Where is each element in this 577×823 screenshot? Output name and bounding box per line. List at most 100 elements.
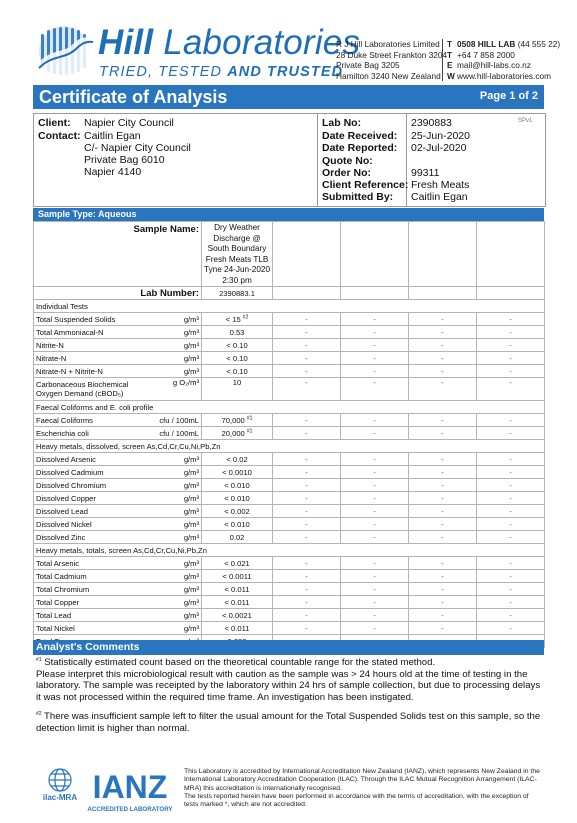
- test-unit: g/m³: [148, 608, 203, 622]
- quote-no-label: Quote No:: [322, 155, 373, 167]
- empty-result-dash: -: [476, 377, 546, 401]
- empty-result-dash: -: [272, 621, 342, 635]
- empty-result-dash: -: [408, 325, 478, 339]
- test-name: Dissolved Chromium: [33, 478, 149, 492]
- test-name: Dissolved Arsenic: [33, 452, 149, 466]
- test-name: Nitrate-N + Nitrite-N: [33, 364, 149, 378]
- ianz-logo-icon: IANZ ACCREDITED LABORATORY: [87, 769, 173, 813]
- empty-result-dash: -: [272, 556, 342, 570]
- lab-number-label: Lab Number:: [32, 286, 203, 300]
- analyst-comments: #1 Statistically estimated count based o…: [36, 657, 546, 742]
- result-value: 0.02: [229, 532, 245, 542]
- empty-result-dash: -: [340, 504, 410, 518]
- result-value: 10: [232, 378, 242, 388]
- result-row: Faecal Coliforms cfu / 100mL 70,000 #1- - - -: [33, 413, 546, 427]
- empty-result-dash: -: [408, 595, 478, 609]
- section-title: Heavy metals, dissolved, screen As,Cd,Cr…: [32, 439, 546, 453]
- empty-result-dash: -: [476, 364, 546, 378]
- test-result: < 15 #2: [201, 312, 274, 326]
- ilac-text: ilac-MRA: [43, 793, 77, 802]
- empty-result-dash: -: [272, 517, 342, 531]
- date-reported-value: 02-Jul-2020: [411, 142, 467, 154]
- empty-result-dash: -: [340, 556, 410, 570]
- result-value: < 0.010: [224, 519, 250, 529]
- page-number: Page 1 of 2: [479, 90, 538, 102]
- empty-result-dash: -: [408, 517, 478, 531]
- result-row: Dissolved Arsenic g/m³ < 0.02- - - -: [33, 452, 546, 466]
- test-unit: g/m³: [148, 621, 203, 635]
- empty-result-dash: -: [408, 504, 478, 518]
- empty-result-dash: -: [476, 504, 546, 518]
- empty-result-dash: -: [272, 452, 342, 466]
- test-result: < 0.010: [201, 491, 274, 505]
- test-unit: g/m³: [148, 517, 203, 531]
- report-info: Client: Napier City Council Contact: Cai…: [33, 113, 546, 207]
- test-result: 20,000 #1: [201, 426, 274, 440]
- result-value: < 0.011: [224, 623, 250, 633]
- test-name: Escherichia coli: [33, 426, 149, 440]
- test-unit: g/m³: [148, 595, 203, 609]
- empty-result-dash: -: [272, 377, 342, 401]
- result-row: Total Lead g/m³ < 0.0021- - - -: [33, 608, 546, 622]
- sample-type-bar: Sample Type: Aqueous: [33, 208, 544, 221]
- test-result: < 0.021: [201, 556, 274, 570]
- test-result: < 0.010: [201, 478, 274, 492]
- section-header-row: Heavy metals, dissolved, screen As,Cd,Cr…: [32, 439, 546, 453]
- empty-result-dash: -: [340, 608, 410, 622]
- result-row: Nitrate-N + Nitrite-N g/m³ < 0.10- - - -: [33, 364, 546, 378]
- empty-result-dash: -: [272, 364, 342, 378]
- test-result: < 0.011: [201, 595, 274, 609]
- section-header-row: Heavy metals, totals, screen As,Cd,Cr,Cu…: [32, 543, 546, 557]
- empty-result-dash: -: [272, 338, 342, 352]
- sample-type: Sample Type: Aqueous: [38, 209, 137, 219]
- test-name: Nitrate-N: [33, 351, 149, 365]
- address-line: R J Hill Laboratories Limited: [336, 39, 440, 49]
- contact-value: Caitlin Egan: [84, 130, 141, 142]
- empty-result-dash: -: [476, 595, 546, 609]
- order-no-value: 99311: [411, 167, 440, 179]
- lab-contact: T 0508 HILL LAB (44 555 22) T +64 7 858 20…: [442, 39, 560, 81]
- result-row: Total Ammoniacal-N g/m³ 0.53- - - -: [33, 325, 546, 339]
- test-result: < 0.011: [201, 582, 274, 596]
- empty-result-dash: -: [408, 351, 478, 365]
- empty-result-dash: -: [476, 621, 546, 635]
- test-name: Dissolved Nickel: [33, 517, 149, 531]
- empty-result-dash: -: [340, 478, 410, 492]
- result-row: Total Copper g/m³ < 0.011- - - -: [33, 595, 546, 609]
- empty-result-dash: -: [408, 426, 478, 440]
- result-value: < 0.02: [226, 454, 248, 464]
- section-header-row: Individual Tests: [32, 299, 546, 313]
- lab-address: R J Hill Laboratories Limited 28 Duke St…: [336, 39, 447, 81]
- empty-result-dash: -: [476, 338, 546, 352]
- empty-result-dash: -: [476, 325, 546, 339]
- result-row: Total Chromium g/m³ < 0.011- - - -: [33, 582, 546, 596]
- test-result: < 0.10: [201, 338, 274, 352]
- test-result: < 0.002: [201, 504, 274, 518]
- ilac-mra-logo-icon: ilac-MRA: [43, 768, 77, 802]
- results-table: Sample Name: Dry Weather Discharge @ Sou…: [32, 221, 546, 648]
- comment-1: #1 Statistically estimated count based o…: [36, 656, 541, 703]
- result-value: 70,000: [221, 415, 245, 425]
- accreditation-statement: This Laboratory is accredited by Interna…: [184, 768, 540, 809]
- test-unit: g/m³: [148, 364, 203, 378]
- empty-result-dash: -: [272, 478, 342, 492]
- result-row: Dissolved Lead g/m³ < 0.002- - - -: [33, 504, 546, 518]
- result-row: Nitrite-N g/m³ < 0.10- - - -: [33, 338, 546, 352]
- empty-result-dash: -: [272, 465, 342, 479]
- empty-result-dash: -: [476, 426, 546, 440]
- result-row: Dissolved Cadmium g/m³ < 0.0010- - - -: [33, 465, 546, 479]
- test-unit: g O₂/m³: [148, 377, 203, 401]
- empty-result-dash: -: [408, 312, 478, 326]
- test-unit: g/m³: [148, 312, 203, 326]
- test-result: 70,000 #1: [201, 413, 274, 427]
- empty-result-dash: -: [272, 504, 342, 518]
- test-unit: g/m³: [148, 325, 203, 339]
- empty-result-dash: -: [476, 312, 546, 326]
- test-result: < 0.011: [201, 621, 274, 635]
- test-name: Total Cadmium: [33, 569, 149, 583]
- test-name: Total Copper: [33, 595, 149, 609]
- result-row: Total Nickel g/m³ < 0.011- - - -: [33, 621, 546, 635]
- test-result: < 0.010: [201, 517, 274, 531]
- result-value: < 15: [225, 314, 241, 324]
- address-line: Private Bag 3205: [336, 60, 400, 70]
